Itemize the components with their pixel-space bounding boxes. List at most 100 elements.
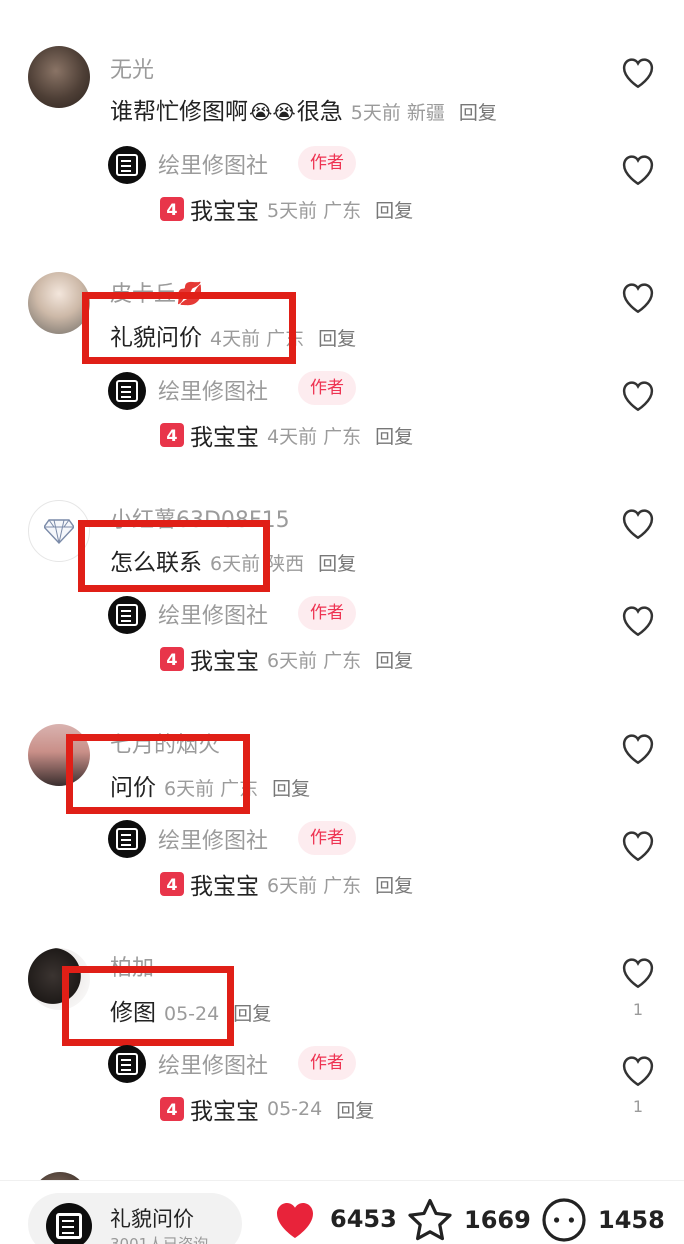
author-reply-line[interactable]: 4 我宝宝 5天前 广东 回复 bbox=[160, 192, 413, 226]
author-name[interactable]: 绘里修图社 bbox=[158, 1048, 268, 1080]
author-name[interactable]: 绘里修图社 bbox=[158, 374, 268, 406]
comment-text-line[interactable]: 修图 05-24 回复 bbox=[110, 993, 271, 1027]
comment-text: 问价 bbox=[110, 775, 156, 801]
comment-meta: 6天前 广东 bbox=[164, 778, 259, 800]
heart-outline-icon[interactable] bbox=[619, 152, 657, 186]
reply-text: 我宝宝 bbox=[190, 1099, 259, 1125]
reply-text: 我宝宝 bbox=[190, 649, 259, 675]
author-name[interactable]: 绘里修图社 bbox=[158, 823, 268, 855]
author-reply-line[interactable]: 4 我宝宝 6天前 广东 回复 bbox=[160, 642, 413, 676]
comment-bubble-icon bbox=[542, 1198, 586, 1242]
author-badge: 作者 bbox=[298, 596, 356, 630]
comment-text-line[interactable]: 怎么联系 6天前 陕西 回复 bbox=[110, 543, 356, 577]
reply-button[interactable]: 回复 bbox=[336, 1096, 374, 1123]
avatar-user-1[interactable] bbox=[28, 46, 90, 108]
reply-button[interactable]: 回复 bbox=[318, 324, 356, 351]
author-name[interactable]: 绘里修图社 bbox=[158, 148, 268, 180]
avatar-user-3[interactable] bbox=[28, 500, 90, 562]
studio-logo-icon bbox=[116, 604, 138, 626]
reply-button[interactable]: 回复 bbox=[272, 774, 310, 801]
reply-button[interactable]: 回复 bbox=[375, 196, 413, 223]
studio-avatar bbox=[46, 1203, 92, 1244]
username[interactable]: 柏加 bbox=[110, 950, 154, 982]
reply-meta: 4天前 广东 bbox=[267, 425, 362, 448]
reply-button[interactable]: 回复 bbox=[375, 871, 413, 898]
comment-text: 谁帮忙修图啊 bbox=[110, 99, 248, 125]
number-four-icon: 4 bbox=[160, 1097, 184, 1121]
author-badge: 作者 bbox=[298, 146, 356, 180]
heart-outline-icon[interactable] bbox=[619, 828, 657, 862]
avatar-user-5[interactable] bbox=[28, 948, 90, 1010]
reply-button[interactable]: 回复 bbox=[459, 98, 497, 125]
author-badge: 作者 bbox=[298, 821, 356, 855]
reply-button[interactable]: 回复 bbox=[233, 999, 271, 1026]
star-outline-icon bbox=[408, 1199, 452, 1241]
comment-text-line[interactable]: 礼貌问价 4天前 广东 回复 bbox=[110, 318, 356, 352]
reply-meta: 5天前 广东 bbox=[267, 199, 362, 222]
heart-outline-icon[interactable] bbox=[619, 955, 657, 989]
number-four-icon: 4 bbox=[160, 872, 184, 896]
consult-title: 礼貌问价 bbox=[110, 1207, 194, 1231]
heart-outline-icon[interactable] bbox=[619, 603, 657, 637]
avatar-user-2[interactable] bbox=[28, 272, 90, 334]
comment-text: 礼貌问价 bbox=[110, 325, 202, 351]
author-name[interactable]: 绘里修图社 bbox=[158, 598, 268, 630]
comment-stat[interactable]: 1458 bbox=[540, 1197, 665, 1243]
comment-text-line[interactable]: 问价 6天前 广东 回复 bbox=[110, 768, 310, 802]
number-four-icon: 4 bbox=[160, 197, 184, 221]
author-reply-line[interactable]: 4 我宝宝 6天前 广东 回复 bbox=[160, 867, 413, 901]
author-badge: 作者 bbox=[298, 1046, 356, 1080]
consult-pill[interactable]: 礼貌问价 3001人已咨询 bbox=[28, 1193, 242, 1244]
reply-meta: 05-24 bbox=[267, 1098, 323, 1120]
comment-text-suffix: 很急 bbox=[296, 99, 343, 125]
comment-meta: 6天前 陕西 bbox=[210, 553, 305, 575]
comment-meta: 4天前 广东 bbox=[210, 328, 305, 350]
diamond-icon bbox=[44, 519, 74, 544]
bottom-action-bar: 礼貌问价 3001人已咨询 6453 1669 1458 bbox=[0, 1180, 684, 1244]
author-avatar[interactable] bbox=[108, 596, 146, 634]
heart-outline-icon[interactable] bbox=[619, 731, 657, 765]
studio-logo-icon bbox=[116, 828, 138, 850]
username[interactable]: 无光 bbox=[110, 52, 154, 84]
favorite-count: 1669 bbox=[464, 1206, 531, 1234]
avatar-user-4[interactable] bbox=[28, 724, 90, 786]
heart-outline-icon[interactable] bbox=[619, 55, 657, 89]
consult-count: 3001人已咨询 bbox=[110, 1235, 209, 1244]
number-four-icon: 4 bbox=[160, 647, 184, 671]
crying-emoji: 😭😭 bbox=[249, 100, 296, 124]
comment-count: 1458 bbox=[598, 1206, 665, 1234]
number-four-icon: 4 bbox=[160, 423, 184, 447]
heart-outline-icon[interactable] bbox=[619, 506, 657, 540]
author-avatar[interactable] bbox=[108, 820, 146, 858]
reply-button[interactable]: 回复 bbox=[375, 646, 413, 673]
heart-filled-icon bbox=[277, 1203, 313, 1238]
username[interactable]: 七月的烟火 bbox=[110, 727, 220, 759]
comment-text-line[interactable]: 谁帮忙修图啊 😭😭 很急 5天前 新疆 回复 bbox=[110, 92, 497, 126]
username[interactable]: 小红薯63D08F15 bbox=[110, 502, 290, 534]
like-count: 1 bbox=[632, 1097, 644, 1116]
comment-meta: 05-24 bbox=[164, 1003, 220, 1025]
studio-logo-icon bbox=[116, 154, 138, 176]
author-avatar[interactable] bbox=[108, 146, 146, 184]
comment-meta: 5天前 新疆 bbox=[350, 102, 445, 124]
reply-text: 我宝宝 bbox=[190, 199, 259, 225]
like-stat[interactable]: 6453 bbox=[270, 1197, 397, 1241]
heart-outline-icon[interactable] bbox=[619, 378, 657, 412]
reply-button[interactable]: 回复 bbox=[375, 422, 413, 449]
author-avatar[interactable] bbox=[108, 1045, 146, 1083]
author-reply-line[interactable]: 4 我宝宝 4天前 广东 回复 bbox=[160, 418, 413, 452]
reply-text: 我宝宝 bbox=[190, 874, 259, 900]
heart-outline-icon[interactable] bbox=[619, 1053, 657, 1087]
reply-button[interactable]: 回复 bbox=[318, 549, 356, 576]
favorite-stat[interactable]: 1669 bbox=[406, 1197, 531, 1243]
reply-meta: 6天前 广东 bbox=[267, 649, 362, 672]
author-avatar[interactable] bbox=[108, 372, 146, 410]
heart-outline-icon[interactable] bbox=[619, 280, 657, 314]
studio-logo-icon bbox=[116, 1053, 138, 1075]
username[interactable]: 皮卡丘💋 bbox=[110, 276, 203, 308]
comment-text: 修图 bbox=[110, 1000, 156, 1026]
author-reply-line[interactable]: 4 我宝宝 05-24 回复 bbox=[160, 1092, 374, 1126]
reply-meta: 6天前 广东 bbox=[267, 874, 362, 897]
reply-text: 我宝宝 bbox=[190, 425, 259, 451]
like-count: 1 bbox=[632, 1000, 644, 1019]
